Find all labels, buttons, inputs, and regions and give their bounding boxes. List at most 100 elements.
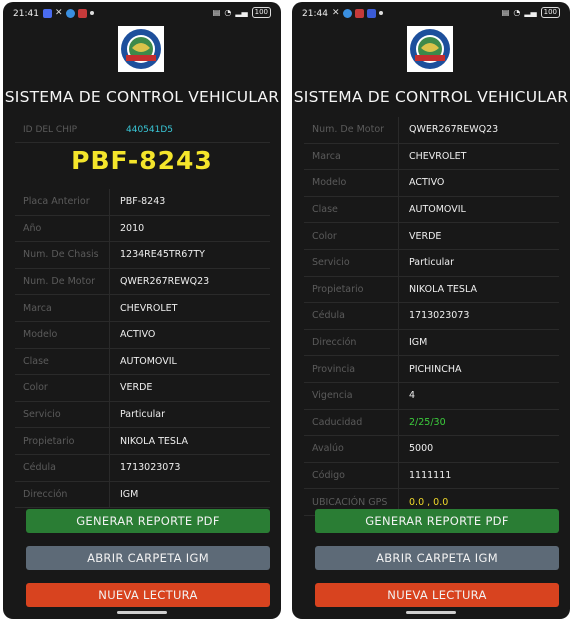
generate-pdf-report-button[interactable]: GENERAR REPORTE PDF [26, 509, 270, 533]
table-row: Provincia PICHINCHA [304, 356, 559, 383]
row-label: Cédula [304, 303, 399, 329]
app-notification-icon [342, 8, 352, 18]
app-notification-icon [65, 8, 75, 18]
row-label: Dirección [304, 329, 399, 356]
table-row: Num. De Motor QWER267REWQ23 [15, 268, 270, 296]
row-value: IGM [409, 337, 428, 349]
row-label: Cédula [15, 454, 110, 481]
open-igm-folder-button[interactable]: ABRIR CARPETA IGM [26, 546, 270, 570]
table-row: Avalúo 5000 [304, 436, 559, 463]
table-row: Vigencia 4 [304, 382, 559, 410]
signal-icon: ▂▄ [524, 8, 537, 17]
row-value: PICHINCHA [409, 363, 462, 375]
igm-logo [407, 26, 453, 72]
app-notification-icon [43, 8, 52, 18]
new-reading-button[interactable]: NUEVA LECTURA [26, 583, 270, 607]
status-bar: 21:44 ✕ ▤ ◔ ▂▄ 100 [292, 2, 570, 24]
row-label: Clase [15, 348, 110, 375]
row-label: Propietario [15, 428, 110, 454]
row-value: 5000 [409, 443, 434, 455]
row-value: 4 [409, 390, 416, 402]
row-label: Num. De Motor [15, 268, 110, 295]
table-row: Servicio Particular [304, 249, 559, 277]
row-label: Servicio [304, 249, 399, 276]
network-speed-icon: ▤ [212, 8, 221, 17]
vehicle-info-table: Num. De Motor QWER267REWQ23 Marca CHEVROLE… [304, 117, 559, 516]
row-label: Placa Anterior [15, 189, 110, 215]
row-value: QWER267REWQ23 [409, 124, 499, 136]
x-icon: ✕ [55, 8, 63, 18]
battery-icon: 100 [540, 7, 560, 18]
row-value: 1713023073 [409, 310, 470, 322]
row-label: Clase [304, 196, 399, 223]
row-label: Marca [304, 143, 399, 170]
battery-icon: 100 [251, 7, 271, 18]
table-row: Cédula 1713023073 [15, 454, 270, 482]
table-row: Servicio Particular [15, 401, 270, 429]
status-right: ▤ ◔ ▂▄ 100 [213, 7, 271, 18]
network-speed-icon: ▤ [501, 8, 510, 17]
right-phone-screen: 21:44 ✕ ▤ ◔ ▂▄ 100 SISTEMA DE CONTROL VE… [292, 2, 570, 619]
row-label: Modelo [304, 170, 399, 196]
table-row: Clase AUTOMOVIL [304, 196, 559, 224]
row-value: Particular [409, 257, 455, 269]
row-label: Num. De Chasis [15, 242, 110, 268]
row-label: Marca [15, 295, 110, 321]
open-igm-folder-button[interactable]: ABRIR CARPETA IGM [315, 546, 559, 570]
row-value: AUTOMOVIL [409, 204, 466, 216]
table-row: Placa Anterior PBF-8243 [15, 189, 270, 216]
table-row: Dirección IGM [304, 329, 559, 357]
row-label: Dirección [15, 481, 110, 508]
table-row: Propietario NIKOLA TESLA [15, 428, 270, 455]
row-value: IGM [120, 488, 139, 500]
table-row: Caducidad 2/25/30 [304, 409, 559, 437]
row-value: NIKOLA TESLA [409, 283, 477, 295]
table-row: Dirección IGM [15, 481, 270, 509]
table-row: Color VERDE [304, 223, 559, 250]
row-label: Modelo [15, 321, 110, 348]
row-value: Particular [120, 409, 166, 421]
row-label: Servicio [15, 401, 110, 428]
wifi-icon: ◔ [224, 8, 232, 17]
mail-icon [354, 8, 364, 18]
table-row: Modelo ACTIVO [304, 170, 559, 197]
table-row: Propietario NIKOLA TESLA [304, 276, 559, 304]
home-indicator[interactable] [117, 611, 167, 614]
row-value: QWER267REWQ23 [120, 276, 210, 288]
facebook-icon [366, 8, 376, 18]
table-row: Año 2010 [15, 215, 270, 243]
gps-location-value: 0.0 , 0.0 [409, 496, 449, 508]
table-row: Color VERDE [15, 375, 270, 402]
notification-icons: ✕ [43, 8, 94, 18]
row-value: VERDE [120, 382, 153, 394]
generate-pdf-report-button[interactable]: GENERAR REPORTE PDF [315, 509, 559, 533]
app-title: SISTEMA DE CONTROL VEHICULAR [293, 88, 569, 106]
table-row: Cédula 1713023073 [304, 303, 559, 330]
row-label: Código [304, 462, 399, 489]
more-dot-icon [378, 11, 383, 15]
row-label: Color [304, 223, 399, 249]
row-value: PBF-8243 [120, 196, 166, 208]
row-value: 1713023073 [120, 462, 181, 474]
row-label: Num. De Motor [304, 117, 399, 143]
table-row: Marca CHEVROLET [15, 295, 270, 322]
chip-id-label: ID DEL CHIP [23, 125, 78, 135]
row-value: ACTIVO [120, 329, 156, 341]
table-row: Código 1111111 [304, 462, 559, 490]
table-row: Marca CHEVROLET [304, 143, 559, 171]
table-row: Num. De Chasis 1234RE45TR67TY [15, 242, 270, 269]
row-value: CHEVROLET [120, 302, 178, 314]
status-bar: 21:41 ✕ ▤ ◔ ▂▄ 100 [3, 2, 281, 24]
status-time: 21:41 [13, 9, 39, 19]
vehicle-info-table: Placa Anterior PBF-8243 Año 2010 Num. De C… [15, 189, 270, 509]
status-right: ▤ ◔ ▂▄ 100 [502, 7, 560, 18]
row-value: ACTIVO [409, 177, 445, 189]
row-value: AUTOMOVIL [120, 355, 177, 367]
row-label: Caducidad [304, 409, 399, 436]
expiry-date-value: 2/25/30 [409, 416, 446, 428]
row-value: NIKOLA TESLA [120, 435, 188, 447]
more-dot-icon [89, 11, 94, 15]
new-reading-button[interactable]: NUEVA LECTURA [315, 583, 559, 607]
row-label: Año [15, 215, 110, 242]
home-indicator[interactable] [406, 611, 456, 614]
